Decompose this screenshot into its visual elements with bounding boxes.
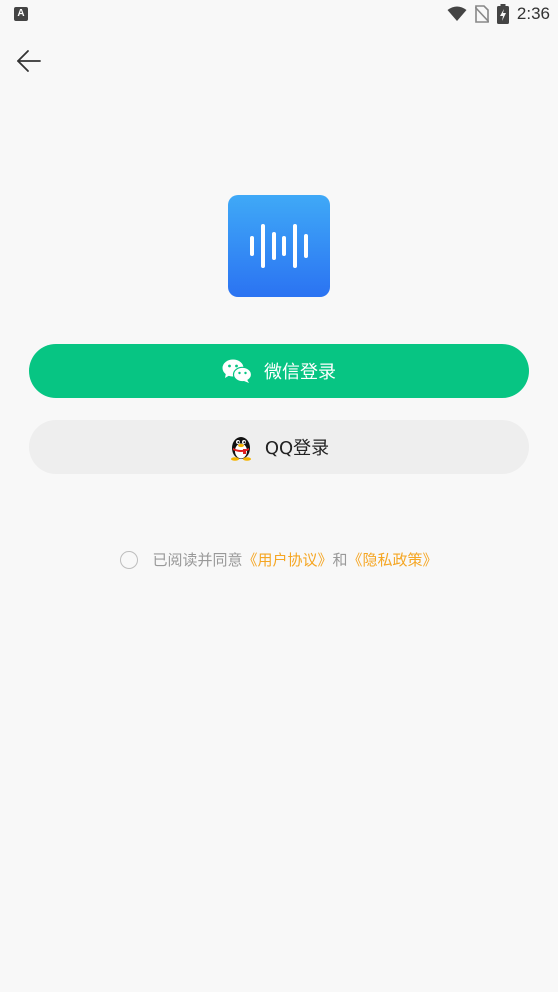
no-sim-icon	[474, 5, 489, 23]
user-agreement-link[interactable]: 《用户协议》	[242, 551, 332, 569]
wechat-icon	[222, 358, 252, 384]
qq-login-button[interactable]: QQ登录	[29, 420, 529, 474]
app-logo	[228, 195, 330, 297]
qq-login-label: QQ登录	[264, 438, 330, 459]
notification-a-icon: A	[14, 7, 28, 21]
wifi-icon	[447, 6, 467, 21]
status-bar-right: 2:36	[447, 3, 550, 25]
agreement-conjunction: 和	[332, 551, 348, 569]
privacy-policy-link[interactable]: 《隐私政策》	[348, 551, 438, 569]
arrow-left-icon	[17, 50, 41, 72]
status-time: 2:36	[516, 4, 550, 23]
agreement-prefix: 已阅读并同意	[152, 551, 243, 569]
agreement-text: 已阅读并同意《用户协议》和《隐私政策》	[152, 549, 437, 570]
battery-charging-icon	[496, 4, 509, 24]
sound-wave-icon	[250, 224, 308, 268]
wechat-login-label: 微信登录	[264, 362, 336, 383]
login-screen: A 2:36 微信登录 QQ登录 已阅读并同意《用户协议》和《隐私政策》	[0, 0, 558, 992]
agreement-row: 已阅读并同意《用户协议》和《隐私政策》	[0, 549, 558, 570]
back-button[interactable]	[10, 42, 48, 80]
agreement-checkbox[interactable]	[120, 550, 139, 569]
status-bar: A 2:36	[0, 0, 558, 28]
wechat-login-button[interactable]: 微信登录	[29, 344, 529, 398]
qq-penguin-icon	[229, 433, 253, 461]
